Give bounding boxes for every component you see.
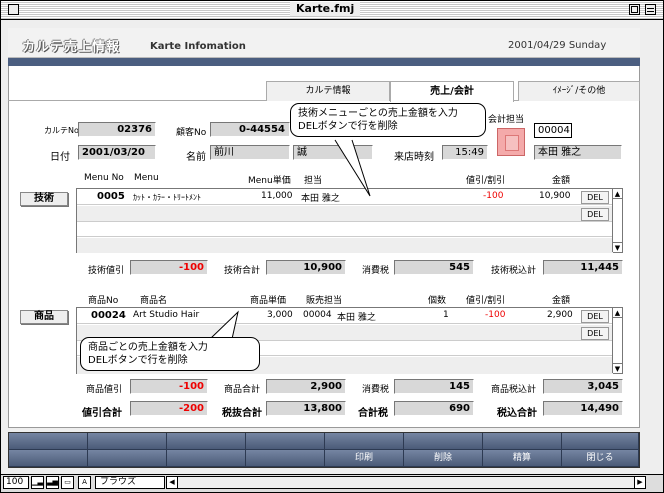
nav-slot [404, 433, 483, 450]
product-callout-line2: DELボタンで行を削除 [88, 355, 188, 366]
nav-slot [9, 433, 88, 450]
tech-callout: 技術メニューごとの売上金額を入力 DELボタンで行を削除 [290, 103, 486, 137]
zoom-out-icon[interactable]: ▁▃ [31, 476, 44, 489]
nav-slot [9, 450, 88, 467]
tech-callout-line2: DELボタンで行を削除 [298, 121, 398, 132]
nav-slot [88, 433, 167, 450]
nav-strip: 印刷 削除 精算 閉じる [8, 432, 640, 468]
nav-slot [246, 433, 325, 450]
mode-popup[interactable]: ブラウズ [95, 476, 165, 489]
scroll-right-icon[interactable]: ▶ [634, 477, 645, 488]
callout-pointers [209, 139, 371, 340]
nav-slot [562, 433, 639, 450]
nav-slot [325, 433, 404, 450]
tech-callout-line1: 技術メニューごとの売上金額を入力 [298, 108, 458, 119]
delete-button[interactable]: 削除 [404, 450, 483, 467]
settle-button[interactable]: 精算 [483, 450, 562, 467]
scroll-left-icon[interactable]: ◀ [167, 477, 178, 488]
nav-slot [88, 450, 167, 467]
product-callout-line1: 商品ごとの売上金額を入力 [88, 342, 208, 353]
nav-slot [483, 433, 562, 450]
nav-slot [167, 433, 246, 450]
zoom-in-icon[interactable]: ▃▅ [46, 476, 59, 489]
text-style-icon[interactable]: A [78, 476, 91, 489]
nav-slot [167, 450, 246, 467]
tech-callout-pointer [334, 139, 371, 197]
nav-slot [246, 450, 325, 467]
print-button[interactable]: 印刷 [325, 450, 404, 467]
product-callout-pointer [209, 310, 239, 340]
zoom-level[interactable]: 100 [3, 476, 29, 489]
product-callout: 商品ごとの売上金額を入力 DELボタンで行を削除 [80, 337, 260, 371]
status-area-icon[interactable]: ▭ [61, 476, 74, 489]
horizontal-scrollbar[interactable]: ◀ ▶ [166, 476, 646, 489]
close-button[interactable]: 閉じる [562, 450, 639, 467]
